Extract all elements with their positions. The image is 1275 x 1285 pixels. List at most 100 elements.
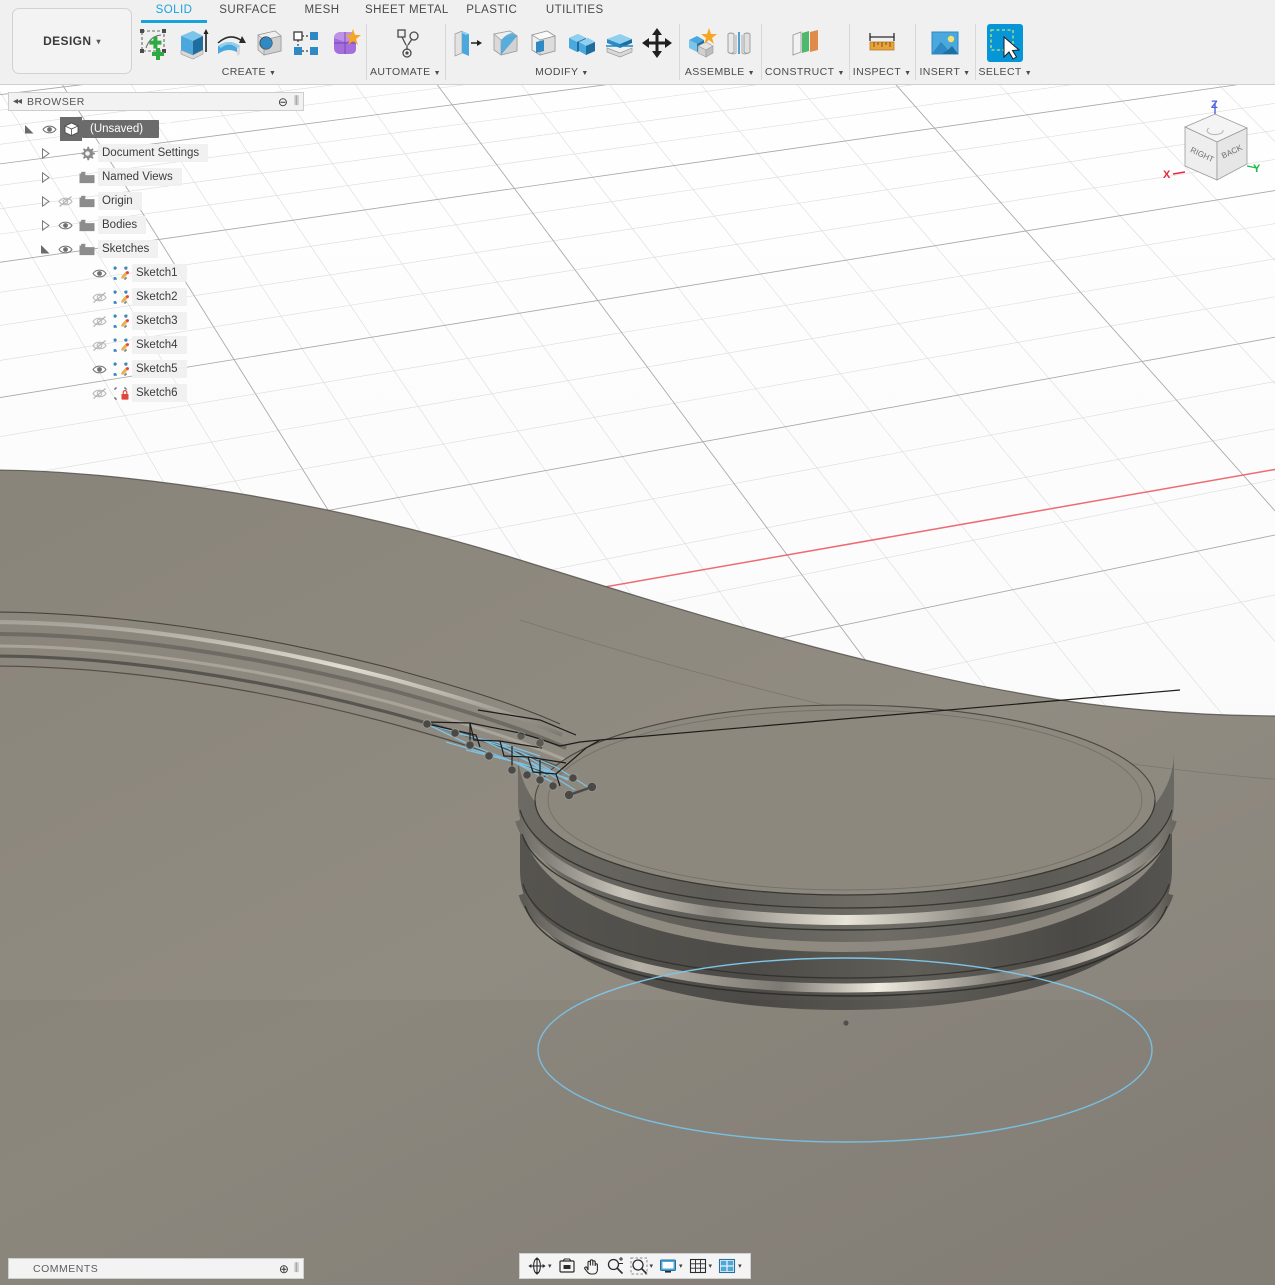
resize-grip-icon[interactable]: ⫼ xyxy=(294,1262,299,1275)
browser-tree: (Unsaved) Document Settings Named Views Ori… xyxy=(8,111,304,405)
chevron-down-icon: ▼ xyxy=(581,70,589,77)
browser-item-document-settings-label[interactable]: Document Settings xyxy=(98,144,209,162)
collapse-left-icon[interactable]: ◂◂ xyxy=(13,96,22,107)
eye-visible-icon[interactable] xyxy=(38,117,60,141)
tab-surface[interactable]: SURFACE xyxy=(211,0,285,22)
eye-hidden-icon[interactable] xyxy=(88,285,110,309)
browser-item-named-views[interactable]: Named Views xyxy=(8,165,304,189)
panel-modify-label[interactable]: MODIFY ▼ xyxy=(535,64,589,82)
activate-component-radio[interactable] xyxy=(159,117,179,141)
browser-item-document-settings[interactable]: Document Settings xyxy=(8,141,304,165)
shell-icon[interactable] xyxy=(525,24,561,62)
panel-assemble-label[interactable]: ASSEMBLE ▼ xyxy=(685,64,755,82)
add-comment-icon[interactable]: ⊕ xyxy=(279,1263,289,1275)
chevron-down-icon[interactable] xyxy=(36,237,54,261)
chevron-right-icon[interactable] xyxy=(36,141,54,165)
tab-utilities[interactable]: UTILITIES xyxy=(529,0,621,22)
browser-item-named-views-label[interactable]: Named Views xyxy=(98,168,182,186)
browser-item-sketch3[interactable]: Sketch3 xyxy=(8,309,304,333)
chevron-down-icon[interactable] xyxy=(20,117,38,141)
browser-item-sketch1-label[interactable]: Sketch1 xyxy=(132,264,187,282)
eye-visible-icon[interactable] xyxy=(88,261,110,285)
panel-inspect-label[interactable]: INSPECT ▼ xyxy=(853,64,912,82)
panel-automate-label[interactable]: AUTOMATE ▼ xyxy=(370,64,441,82)
sketch-icon xyxy=(110,261,132,285)
split-face-icon[interactable] xyxy=(601,24,637,62)
browser-item-sketch5-label[interactable]: Sketch5 xyxy=(132,360,187,378)
press-pull-icon[interactable] xyxy=(449,24,485,62)
chevron-down-icon[interactable]: ▾ xyxy=(679,1262,683,1270)
viewports-icon[interactable]: ▾ xyxy=(715,1255,745,1277)
display-settings-icon[interactable]: ▾ xyxy=(656,1255,686,1277)
chevron-down-icon[interactable]: ▾ xyxy=(709,1262,713,1270)
tab-sheet-metal[interactable]: SHEET METAL xyxy=(359,0,455,22)
browser-item-sketch4-label[interactable]: Sketch4 xyxy=(132,336,187,354)
browser-item-sketch1[interactable]: Sketch1 xyxy=(8,261,304,285)
fillet-icon[interactable] xyxy=(487,24,523,62)
eye-visible-icon[interactable] xyxy=(54,213,76,237)
sweep-icon[interactable] xyxy=(250,24,286,62)
browser-item-origin[interactable]: Origin xyxy=(8,189,304,213)
browser-item-sketch6[interactable]: Sketch6 xyxy=(8,381,304,405)
chevron-down-icon[interactable]: ▾ xyxy=(548,1262,552,1270)
zoom-window-icon[interactable]: ▾ xyxy=(627,1255,657,1277)
combine-icon[interactable] xyxy=(563,24,599,62)
comments-panel[interactable]: COMMENTS ⊕ ⫼ xyxy=(8,1258,304,1279)
browser-item-bodies[interactable]: Bodies xyxy=(8,213,304,237)
zoom-icon[interactable] xyxy=(603,1255,627,1277)
new-component-icon[interactable] xyxy=(683,24,719,62)
panel-insert-label[interactable]: INSERT ▼ xyxy=(919,64,970,82)
chevron-right-icon[interactable] xyxy=(36,165,54,189)
insert-image-icon[interactable] xyxy=(927,24,963,62)
browser-item-sketch3-label[interactable]: Sketch3 xyxy=(132,312,187,330)
eye-visible-icon[interactable] xyxy=(54,237,76,261)
tab-solid[interactable]: SOLID xyxy=(137,0,211,23)
tab-plastic[interactable]: PLASTIC xyxy=(455,0,529,22)
browser-item-sketch2[interactable]: Sketch2 xyxy=(8,285,304,309)
offset-plane-icon[interactable] xyxy=(787,24,823,62)
eye-hidden-icon[interactable] xyxy=(54,189,76,213)
browser-root-unsaved-label[interactable]: (Unsaved) xyxy=(82,120,160,138)
eye-hidden-icon[interactable] xyxy=(88,333,110,357)
design-workspace-button[interactable]: DESIGN ▾ xyxy=(12,8,132,74)
chevron-right-icon[interactable] xyxy=(36,189,54,213)
joint-icon[interactable] xyxy=(721,24,757,62)
browser-item-sketches-label[interactable]: Sketches xyxy=(98,240,159,258)
chevron-right-icon[interactable] xyxy=(36,213,54,237)
revolve-icon[interactable] xyxy=(212,24,248,62)
browser-item-sketch2-label[interactable]: Sketch2 xyxy=(132,288,187,306)
grid-snaps-icon[interactable]: ▾ xyxy=(686,1255,716,1277)
chevron-down-icon[interactable]: ▾ xyxy=(650,1262,654,1270)
tab-mesh[interactable]: MESH xyxy=(285,0,359,22)
eye-visible-icon[interactable] xyxy=(88,357,110,381)
chevron-down-icon[interactable]: ▾ xyxy=(738,1262,742,1270)
panel-select-label[interactable]: SELECT ▼ xyxy=(979,64,1033,82)
generative-design-icon[interactable] xyxy=(387,24,423,62)
resize-grip-icon[interactable]: ⫼ xyxy=(294,95,299,108)
browser-item-bodies-label[interactable]: Bodies xyxy=(98,216,147,234)
look-at-icon[interactable] xyxy=(555,1255,579,1277)
eye-hidden-icon[interactable] xyxy=(88,381,110,405)
extrude-icon[interactable] xyxy=(174,24,210,62)
move-copy-icon[interactable] xyxy=(639,24,675,62)
browser-root-unsaved[interactable]: (Unsaved) xyxy=(8,117,304,141)
browser-item-sketch6-label[interactable]: Sketch6 xyxy=(132,384,187,402)
form-icon[interactable] xyxy=(326,24,362,62)
pattern-icon[interactable] xyxy=(288,24,324,62)
browser-item-sketch5[interactable]: Sketch5 xyxy=(8,357,304,381)
minimize-icon[interactable]: ⊖ xyxy=(278,96,288,108)
measure-icon[interactable] xyxy=(864,24,900,62)
panel-create-label[interactable]: CREATE ▼ xyxy=(222,64,277,82)
create-sketch-icon[interactable] xyxy=(136,24,172,62)
view-cube[interactable]: RIGHT BACK Z X Y xyxy=(1149,98,1267,203)
orbit-icon[interactable]: ▾ xyxy=(525,1255,555,1277)
browser-item-sketch4[interactable]: Sketch4 xyxy=(8,333,304,357)
panel-construct-label[interactable]: CONSTRUCT ▼ xyxy=(765,64,845,82)
pan-icon[interactable] xyxy=(579,1255,603,1277)
browser-item-origin-label[interactable]: Origin xyxy=(98,192,142,210)
panel-construct-icons xyxy=(787,22,823,64)
select-cursor-icon[interactable] xyxy=(987,24,1024,62)
eye-hidden-icon[interactable] xyxy=(88,309,110,333)
browser-item-sketches[interactable]: Sketches xyxy=(8,237,304,261)
